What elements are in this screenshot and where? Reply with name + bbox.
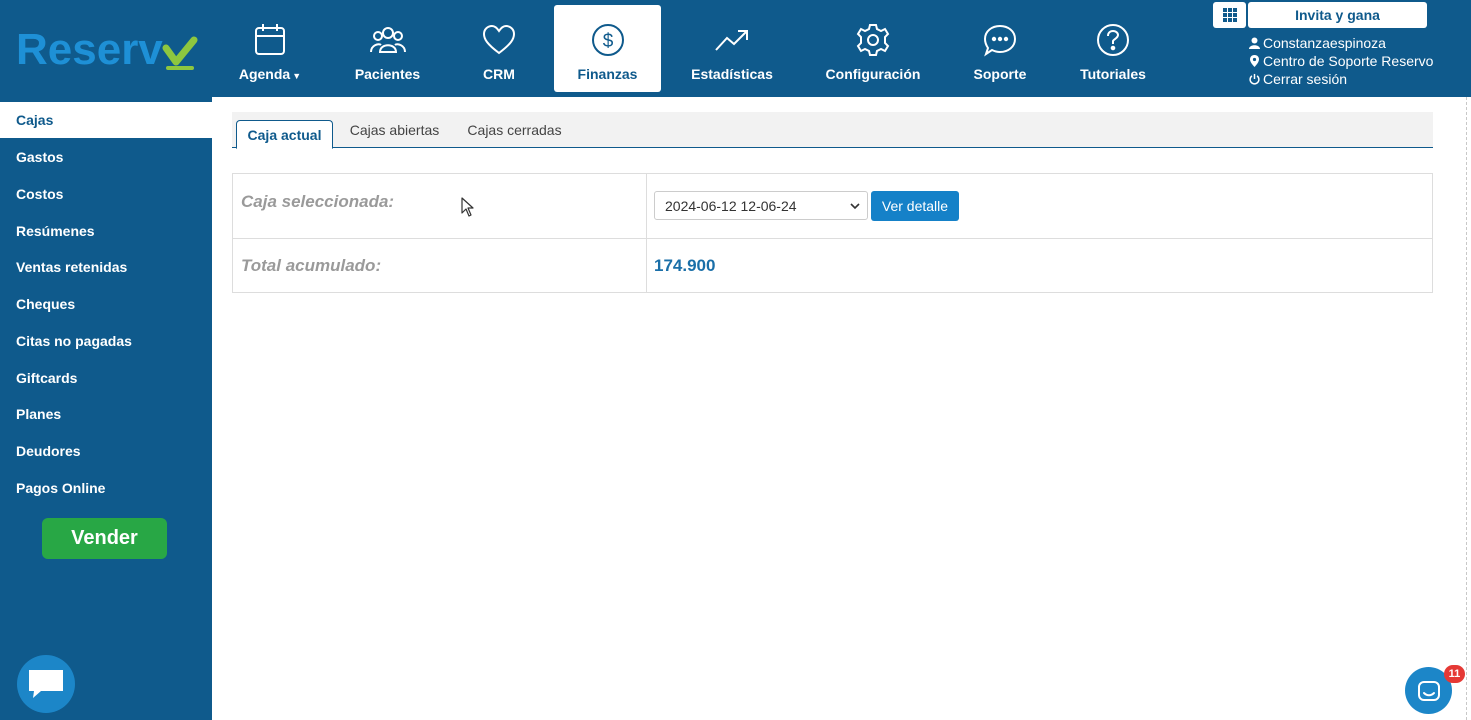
sidebar-item-gastos[interactable]: Gastos bbox=[0, 139, 212, 175]
messenger-icon bbox=[1417, 680, 1440, 701]
svg-text:Reserv: Reserv bbox=[16, 26, 163, 74]
chevron-down-icon: ▼ bbox=[292, 71, 302, 81]
logout-link[interactable]: Cerrar sesión bbox=[1249, 70, 1433, 88]
total-accumulated-value: 174.900 bbox=[654, 256, 716, 275]
username-link[interactable]: Constanzaespinoza bbox=[1249, 34, 1433, 52]
nav-pacientes[interactable]: Pacientes bbox=[340, 5, 435, 92]
view-detail-button[interactable]: Ver detalle bbox=[871, 191, 959, 221]
sidebar-item-label: Costos bbox=[16, 186, 64, 202]
sidebar-item-costos[interactable]: Costos bbox=[0, 176, 212, 212]
sidebar-item-label: Giftcards bbox=[16, 370, 78, 386]
caja-tabs: Caja actual Cajas abiertas Cajas cerrada… bbox=[232, 112, 1433, 149]
nav-agenda[interactable]: Agenda ▼ bbox=[222, 5, 318, 92]
tab-cajas-cerradas[interactable]: Cajas cerradas bbox=[461, 112, 568, 148]
finance-sidebar: Cajas Gastos Costos Resúmenes Ventas ret… bbox=[0, 97, 216, 720]
sidebar-item-label: Cheques bbox=[16, 296, 76, 312]
notification-badge: 11 bbox=[1444, 665, 1465, 683]
sidebar-item-label: Cajas bbox=[16, 112, 54, 128]
nav-soporte[interactable]: Soporte bbox=[958, 5, 1042, 92]
nav-configuracion[interactable]: Configuración bbox=[812, 5, 934, 92]
nav-pacientes-label: Pacientes bbox=[354, 66, 421, 82]
column-divider bbox=[646, 174, 647, 292]
sidebar-item-deudores[interactable]: Deudores bbox=[0, 433, 212, 469]
power-icon bbox=[1249, 73, 1260, 85]
user-icon bbox=[1249, 37, 1260, 49]
map-marker-icon bbox=[1250, 55, 1259, 67]
sidebar-item-resumenes[interactable]: Resúmenes bbox=[0, 213, 212, 249]
nav-tutoriales[interactable]: Tutoriales bbox=[1068, 5, 1158, 92]
top-navbar: Reserv Agenda▼ Pacientes CRM $ Finanzas bbox=[0, 0, 1471, 97]
row-divider bbox=[233, 238, 1432, 239]
apps-button[interactable] bbox=[1213, 2, 1246, 28]
sidebar-item-cheques[interactable]: Cheques bbox=[0, 286, 212, 322]
nav-estadisticas[interactable]: Estadísticas bbox=[680, 5, 784, 92]
sidebar-item-label: Ventas retenidas bbox=[16, 259, 128, 275]
caja-info-table: Caja seleccionada: 2024-06-12 12-06-24 V… bbox=[232, 173, 1433, 293]
nav-agenda-label: Agenda bbox=[238, 66, 291, 82]
mouse-cursor-icon bbox=[461, 197, 474, 217]
sell-button[interactable]: Vender bbox=[42, 518, 167, 559]
total-accumulated-label: Total acumulado: bbox=[241, 256, 382, 275]
heart-icon bbox=[482, 24, 516, 55]
nav-configuracion-label: Configuración bbox=[825, 66, 921, 82]
trending-up-icon bbox=[715, 30, 748, 51]
nav-crm-label: CRM bbox=[483, 66, 515, 82]
sidebar-item-planes[interactable]: Planes bbox=[0, 396, 212, 432]
chat-icon bbox=[29, 670, 63, 698]
svg-text:$: $ bbox=[602, 31, 613, 52]
users-icon bbox=[369, 27, 406, 53]
question-circle-icon bbox=[1097, 24, 1129, 56]
caja-select-value: 2024-06-12 12-06-24 bbox=[665, 197, 797, 214]
sidebar-item-label: Resúmenes bbox=[16, 223, 95, 239]
sidebar-item-citas-no-pagadas[interactable]: Citas no pagadas bbox=[0, 323, 212, 359]
calendar-icon bbox=[255, 24, 285, 55]
reservo-logo[interactable]: Reserv bbox=[16, 26, 198, 74]
invite-button[interactable]: Invita y gana bbox=[1248, 2, 1427, 28]
nav-crm[interactable]: CRM bbox=[455, 5, 543, 92]
nav-tutoriales-label: Tutoriales bbox=[1080, 66, 1146, 82]
nav-estadisticas-label: Estadísticas bbox=[691, 66, 773, 82]
tab-cajas-abiertas[interactable]: Cajas abiertas bbox=[344, 112, 445, 148]
user-menu: Constanzaespinoza Centro de Soporte Rese… bbox=[1249, 34, 1433, 88]
caja-select[interactable]: 2024-06-12 12-06-24 bbox=[654, 191, 868, 220]
sidebar-item-label: Deudores bbox=[16, 443, 81, 459]
grid-icon bbox=[1222, 8, 1237, 22]
gear-icon bbox=[856, 24, 890, 56]
sidebar-item-cajas[interactable]: Cajas bbox=[0, 102, 216, 138]
sidebar-item-label: Citas no pagadas bbox=[16, 333, 132, 349]
sidebar-item-pagos-online[interactable]: Pagos Online bbox=[0, 470, 212, 506]
logout-text: Cerrar sesión bbox=[1263, 71, 1348, 87]
nav-finanzas-label: Finanzas bbox=[577, 66, 638, 82]
chat-bubble-icon bbox=[983, 24, 1017, 57]
dollar-circle-icon: $ bbox=[591, 24, 624, 56]
tab-caja-actual[interactable]: Caja actual bbox=[236, 120, 333, 149]
nav-finanzas[interactable]: $ Finanzas bbox=[554, 5, 661, 92]
nav-soporte-label: Soporte bbox=[973, 66, 1027, 82]
sidebar-item-giftcards[interactable]: Giftcards bbox=[0, 360, 212, 396]
username-text: Constanzaespinoza bbox=[1263, 35, 1386, 51]
page-edge-divider bbox=[1466, 97, 1468, 720]
sidebar-item-ventas-retenidas[interactable]: Ventas retenidas bbox=[0, 249, 212, 285]
sidebar-item-label: Pagos Online bbox=[16, 480, 106, 496]
sidebar-item-label: Gastos bbox=[16, 149, 64, 165]
support-center-text: Centro de Soporte Reservo bbox=[1263, 53, 1434, 69]
caja-selected-label: Caja seleccionada: bbox=[241, 192, 395, 211]
chat-widget-button[interactable] bbox=[17, 655, 75, 713]
chevron-down-icon bbox=[850, 203, 860, 210]
sidebar-item-label: Planes bbox=[16, 406, 62, 422]
support-center-link[interactable]: Centro de Soporte Reservo bbox=[1249, 52, 1433, 70]
